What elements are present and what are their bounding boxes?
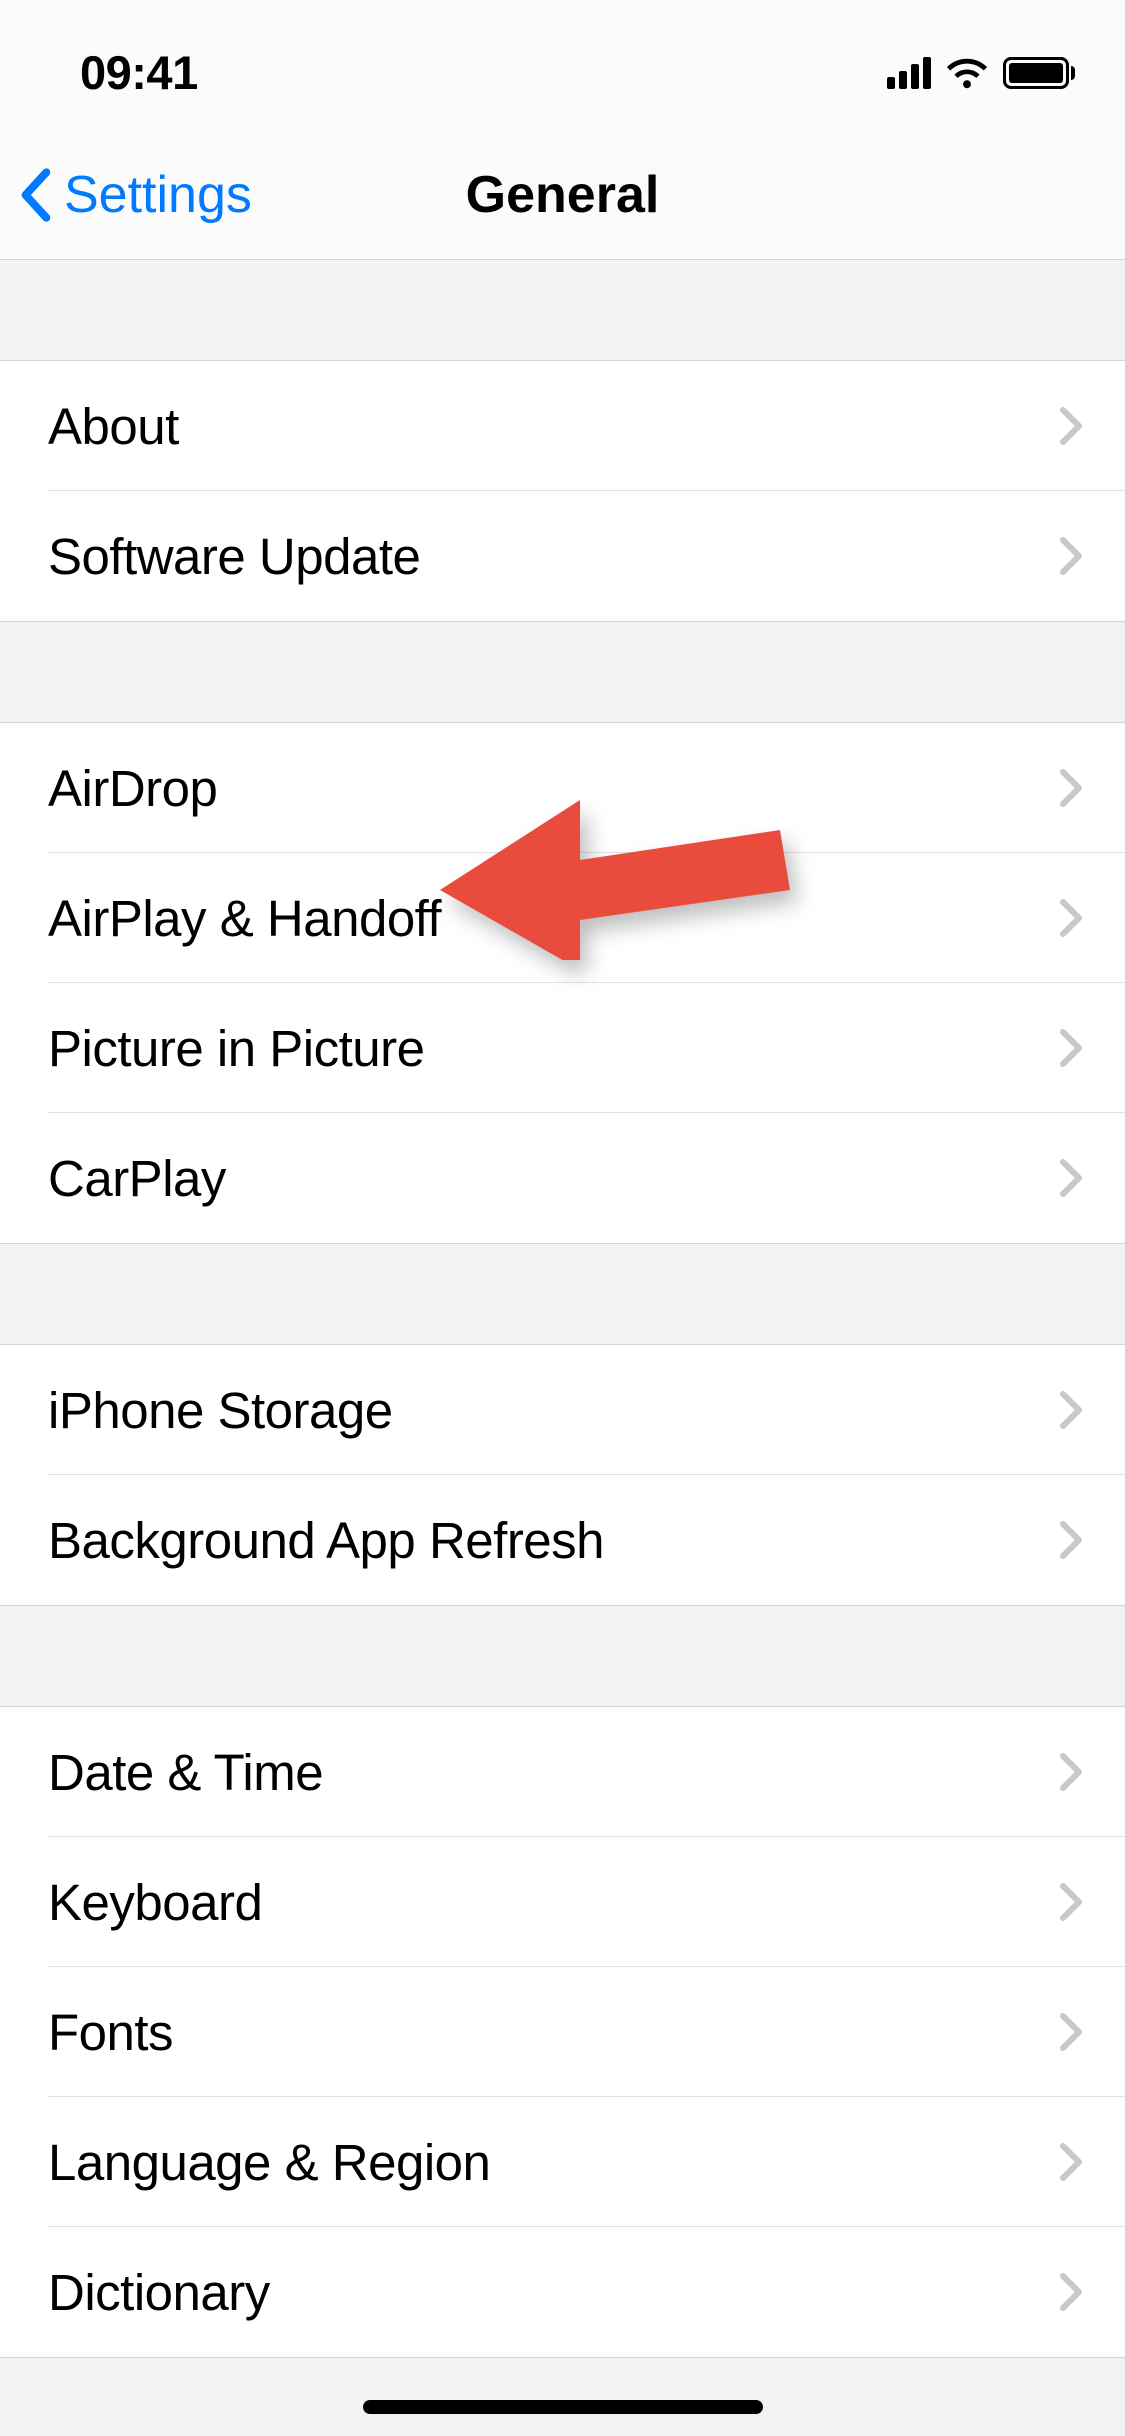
row-about[interactable]: About [0, 361, 1125, 491]
status-time: 09:41 [80, 45, 198, 100]
row-label: Dictionary [48, 2263, 270, 2322]
list-group: About Software Update [0, 360, 1125, 622]
row-label: CarPlay [48, 1149, 226, 1208]
section-gap [0, 1606, 1125, 1706]
chevron-right-icon [1059, 536, 1083, 576]
wifi-icon [945, 57, 989, 89]
row-software-update[interactable]: Software Update [0, 491, 1125, 621]
cellular-signal-icon [887, 57, 931, 89]
section-gap [0, 1244, 1125, 1344]
battery-icon [1003, 57, 1075, 89]
list-group: AirDrop AirPlay & Handoff Picture in Pic… [0, 722, 1125, 1244]
row-label: AirDrop [48, 759, 217, 818]
chevron-right-icon [1059, 2142, 1083, 2182]
row-label: About [48, 397, 179, 456]
list-group: iPhone Storage Background App Refresh [0, 1344, 1125, 1606]
chevron-right-icon [1059, 2012, 1083, 2052]
row-airplay-handoff[interactable]: AirPlay & Handoff [0, 853, 1125, 983]
chevron-left-icon [18, 166, 52, 224]
row-iphone-storage[interactable]: iPhone Storage [0, 1345, 1125, 1475]
row-label: Software Update [48, 527, 420, 586]
row-date-time[interactable]: Date & Time [0, 1707, 1125, 1837]
back-button[interactable]: Settings [0, 165, 252, 225]
list-group: Date & Time Keyboard Fonts Language & Re… [0, 1706, 1125, 2358]
chevron-right-icon [1059, 1752, 1083, 1792]
chevron-right-icon [1059, 1028, 1083, 1068]
chevron-right-icon [1059, 1158, 1083, 1198]
row-keyboard[interactable]: Keyboard [0, 1837, 1125, 1967]
row-label: Picture in Picture [48, 1019, 425, 1078]
row-label: Language & Region [48, 2133, 490, 2192]
row-airdrop[interactable]: AirDrop [0, 723, 1125, 853]
row-label: Background App Refresh [48, 1511, 604, 1570]
row-label: Keyboard [48, 1873, 262, 1932]
row-pip[interactable]: Picture in Picture [0, 983, 1125, 1113]
section-gap [0, 622, 1125, 722]
chevron-right-icon [1059, 2272, 1083, 2312]
row-fonts[interactable]: Fonts [0, 1967, 1125, 2097]
row-label: iPhone Storage [48, 1381, 393, 1440]
chevron-right-icon [1059, 1520, 1083, 1560]
chevron-right-icon [1059, 1390, 1083, 1430]
row-label: Date & Time [48, 1743, 323, 1802]
row-background-app-refresh[interactable]: Background App Refresh [0, 1475, 1125, 1605]
nav-bar: Settings General [0, 130, 1125, 260]
chevron-right-icon [1059, 406, 1083, 446]
back-label: Settings [64, 165, 252, 225]
row-dictionary[interactable]: Dictionary [0, 2227, 1125, 2357]
home-indicator [363, 2400, 763, 2414]
chevron-right-icon [1059, 898, 1083, 938]
chevron-right-icon [1059, 768, 1083, 808]
row-language-region[interactable]: Language & Region [0, 2097, 1125, 2227]
status-bar: 09:41 [0, 0, 1125, 130]
row-carplay[interactable]: CarPlay [0, 1113, 1125, 1243]
chevron-right-icon [1059, 1882, 1083, 1922]
section-gap [0, 260, 1125, 360]
status-right [887, 57, 1075, 89]
row-label: AirPlay & Handoff [48, 889, 441, 948]
row-label: Fonts [48, 2003, 173, 2062]
